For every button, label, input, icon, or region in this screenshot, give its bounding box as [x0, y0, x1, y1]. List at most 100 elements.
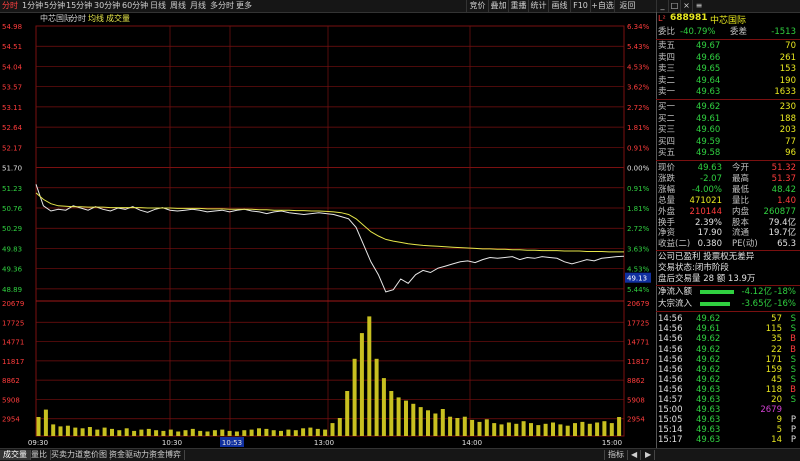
- volume-bar: [80, 428, 85, 436]
- period-tab[interactable]: 1分钟: [22, 1, 43, 11]
- volume-bar: [573, 423, 577, 436]
- toolbar-right-button[interactable]: 叠加: [488, 0, 508, 12]
- bid-volume: 77: [785, 136, 796, 147]
- ask-label: 卖二: [658, 75, 676, 86]
- volume-bar: [43, 409, 48, 436]
- toolbar-right-button[interactable]: 统计: [528, 0, 548, 12]
- pct-tick-label: 5.43%: [627, 43, 650, 51]
- period-tab[interactable]: 月线: [190, 1, 206, 11]
- volume-bar: [345, 391, 350, 436]
- pct-tick-label: 3.63%: [627, 245, 650, 253]
- volume-bar: [220, 429, 225, 436]
- price-tick-label: 50.76: [2, 205, 23, 213]
- stat-value: 0.380: [697, 239, 722, 250]
- period-tab[interactable]: 分时: [2, 1, 18, 11]
- weicha-value: -1513: [771, 27, 796, 37]
- volume-bar: [565, 425, 570, 436]
- volume-bar: [462, 416, 467, 436]
- pct-tick-label: 2.72%: [627, 225, 650, 233]
- volume-bar: [271, 430, 276, 436]
- volume-bar: [279, 430, 283, 436]
- volume-bar: [617, 417, 622, 436]
- pct-tick-label: 0.91%: [627, 144, 650, 152]
- price-tick-label: 54.04: [2, 63, 23, 71]
- ask-price: 49.66: [696, 52, 721, 63]
- volume-bar: [95, 429, 100, 436]
- vol-tick-label: 2954: [2, 416, 20, 424]
- toolbar-right-button[interactable]: 返回: [614, 0, 640, 12]
- period-tab[interactable]: 周线: [170, 1, 186, 11]
- period-tab[interactable]: 15分钟: [66, 1, 92, 11]
- maximize-icon[interactable]: □: [668, 0, 680, 12]
- nav-left-icon[interactable]: ◀: [628, 450, 642, 460]
- pct-tick-label: 5.44%: [627, 286, 650, 294]
- close-icon[interactable]: ×: [680, 0, 692, 12]
- bid-label: 买三: [658, 125, 676, 136]
- toolbar-right-button[interactable]: 竞价: [466, 0, 488, 12]
- bid-volume: 203: [779, 125, 796, 136]
- volume-bar: [65, 425, 70, 436]
- price-tick-label: 51.23: [2, 185, 22, 193]
- pct-tick-label: 0.91%: [627, 185, 650, 193]
- volume-bar: [205, 431, 210, 436]
- volume-bar: [234, 431, 239, 436]
- volume-bar: [264, 428, 269, 436]
- volume-bar: [257, 428, 261, 436]
- volume-bar: [492, 423, 497, 436]
- toolbar-right-button[interactable]: 重播: [508, 0, 528, 12]
- volume-bar: [587, 423, 592, 436]
- nav-right-icon[interactable]: ▶: [642, 450, 656, 460]
- volume-bar: [477, 421, 482, 436]
- tick-direction: P: [790, 435, 796, 446]
- bid-row: 买五 49.58 96: [658, 147, 798, 159]
- pct-tick-label: 4.53%: [627, 266, 650, 274]
- vol-tick-label-right: 14771: [627, 339, 649, 347]
- toolbar-right-button[interactable]: +自选: [590, 0, 614, 12]
- price-tick-label: 49.36: [2, 266, 23, 274]
- period-tab[interactable]: 30分钟: [94, 1, 120, 11]
- indicator-button[interactable]: 指标: [604, 450, 628, 460]
- ask-row: 卖四 49.66 261: [658, 52, 798, 64]
- volume-bar: [389, 391, 394, 436]
- period-tab[interactable]: 日线: [150, 1, 166, 11]
- flow-pct: -16%: [774, 299, 796, 310]
- volume-bar: [168, 429, 173, 436]
- price-tick-label: 50.29: [2, 225, 22, 233]
- ask-label: 卖一: [658, 87, 676, 98]
- period-tab[interactable]: 5分钟: [44, 1, 65, 11]
- toolbar-right-button[interactable]: 画线: [548, 0, 570, 12]
- time-tick-label: 13:00: [314, 439, 334, 447]
- volume-bar: [154, 430, 159, 436]
- settings-icon[interactable]: ≡: [692, 0, 705, 12]
- volume-bar: [51, 424, 56, 436]
- current-price-tag-label: 49.13: [627, 275, 647, 283]
- flow-value: -3.65亿: [741, 299, 773, 310]
- stat-row: 收益(二) 0.380 PE(动) 65.3: [658, 238, 798, 250]
- minimize-icon[interactable]: _: [656, 0, 668, 12]
- bid-price: 49.62: [696, 102, 721, 112]
- indicator-tab[interactable]: 成交量: [0, 450, 31, 460]
- vol-tick-label-right: 17725: [627, 319, 649, 327]
- price-tick-label: 52.17: [2, 144, 22, 152]
- period-tab[interactable]: 多分时: [210, 1, 234, 11]
- status-info-row: 盘后交易量 28 额 13.9万: [658, 273, 798, 285]
- pct-tick-label: 1.81%: [627, 124, 650, 132]
- volume-bar: [176, 431, 181, 436]
- ask-row: 卖二 49.64 190: [658, 75, 798, 87]
- quote-header: L² 688981 中芯国际: [656, 13, 800, 26]
- volume-bar: [602, 421, 607, 436]
- toolbar-right-button[interactable]: F10: [570, 0, 590, 12]
- tick-price: 49.63: [696, 435, 721, 446]
- ask-label: 卖五: [658, 41, 676, 51]
- period-tab[interactable]: 60分钟: [122, 1, 148, 11]
- ask-row: 卖五 49.67 70: [658, 40, 798, 52]
- bid-label: 买四: [658, 136, 676, 147]
- panel-separator: [656, 160, 800, 161]
- intraday-chart[interactable]: 中芯国际分时 均线 成交量 54.98 6.34% 54.51 5.43% 54.04 4.53…: [0, 12, 656, 448]
- volume-bar: [139, 429, 144, 436]
- indicator-tab[interactable]: 资金博弈: [146, 450, 185, 460]
- period-tab[interactable]: 更多: [236, 1, 252, 11]
- volume-bar: [352, 358, 357, 436]
- pct-tick-label: 6.34%: [627, 23, 650, 31]
- volume-bar: [87, 427, 92, 436]
